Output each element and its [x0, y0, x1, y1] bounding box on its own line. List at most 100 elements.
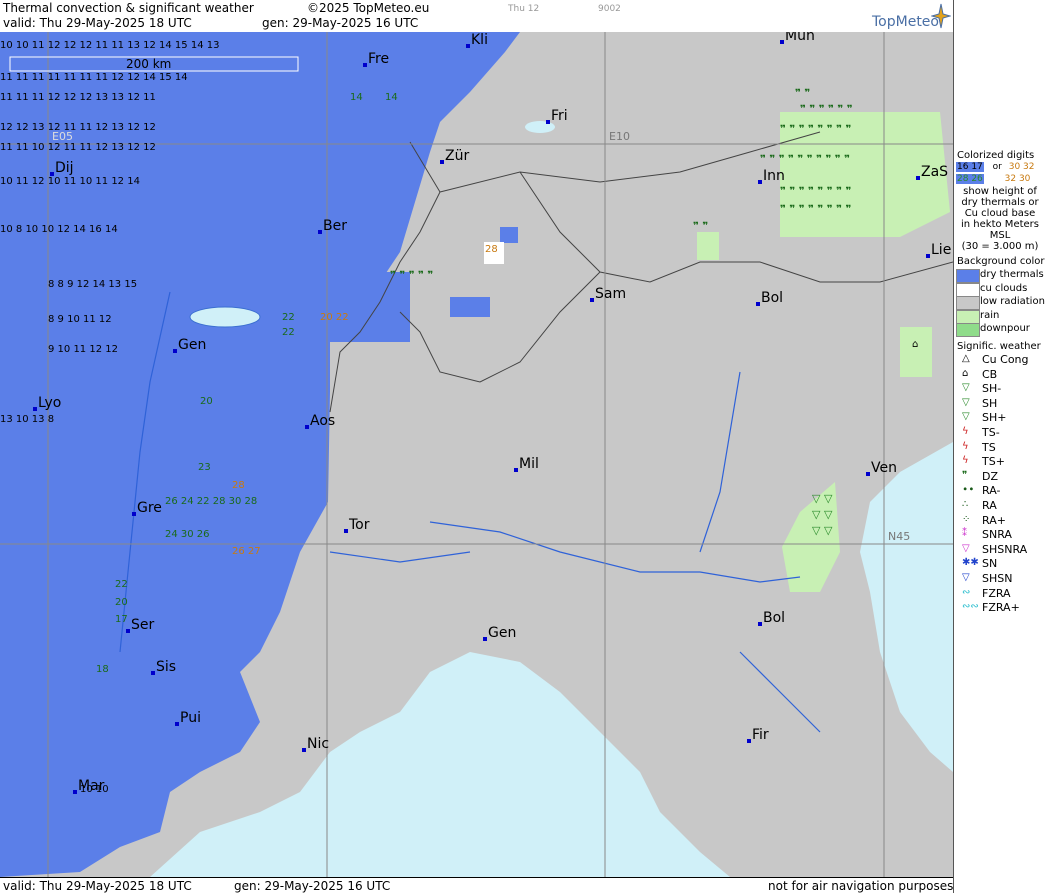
svg-text:10 10 11 12 12 12 11 11 13 12: 10 10 11 12 12 12 11 11 13 12 14 15 14 1… — [0, 40, 219, 51]
svg-text:❞ ❞ ❞ ❞ ❞ ❞: ❞ ❞ ❞ ❞ ❞ ❞ — [800, 104, 853, 115]
footer-valid: valid: Thu 29-May-2025 18 UTC — [3, 879, 192, 893]
city-marker — [756, 302, 760, 306]
svg-text:❞ ❞: ❞ ❞ — [693, 221, 708, 232]
svg-text:24 30 26: 24 30 26 — [165, 529, 210, 540]
svg-text:26 24 22 28 30 28: 26 24 22 28 30 28 — [165, 496, 257, 507]
rain-area-small — [900, 327, 932, 377]
city-marker — [758, 180, 762, 184]
showers-heavy-icon: ▽ — [962, 411, 970, 423]
city-marker — [514, 468, 518, 472]
legend-sig-label: SN — [982, 557, 998, 571]
svg-text:14: 14 — [350, 92, 363, 103]
map-title: Thermal convection & significant weather — [3, 1, 254, 15]
city-marker — [483, 637, 487, 641]
legend-swatch — [956, 269, 980, 283]
legend-sig-label: FZRA — [982, 586, 1011, 600]
city-label-sam: Sam — [595, 286, 626, 302]
city-marker — [126, 629, 130, 633]
city-marker — [916, 176, 920, 180]
grid-label-e10: E10 — [609, 130, 630, 143]
city-marker — [546, 120, 550, 124]
legend-sig-label: SH- — [982, 382, 1002, 396]
weather-map[interactable]: E05 E10 N45 200 km 10 10 11 12 12 12 11 … — [0, 32, 953, 877]
svg-text:▽ ▽: ▽ ▽ — [812, 524, 833, 537]
svg-text:20 22: 20 22 — [320, 312, 349, 323]
dry-thermals-patch-2 — [450, 297, 490, 317]
legend-sig-label: RA- — [982, 484, 1001, 498]
city-marker — [302, 748, 306, 752]
city-marker — [590, 298, 594, 302]
legend-sig-label: SHSN — [982, 572, 1013, 585]
city-label-mün: Mün — [785, 32, 815, 44]
legend-sig-label: Cu Cong — [982, 353, 1029, 366]
thunderstorm-icon: ϟ — [962, 440, 969, 452]
city-marker — [132, 512, 136, 516]
city-label-bol: Bol — [761, 290, 783, 306]
cu-cong-icon: △ — [962, 353, 970, 364]
svg-text:8 9 10 11 12: 8 9 10 11 12 — [48, 314, 112, 325]
city-label-lie: Lie — [931, 242, 951, 258]
sleet-icon: ⁑ — [962, 528, 967, 540]
legend-sig-label: TS — [982, 440, 996, 454]
city-marker — [151, 671, 155, 675]
city-marker — [780, 40, 784, 44]
city-marker — [175, 722, 179, 726]
rain-area-inn — [697, 232, 719, 260]
legend-sig-label: RA — [982, 499, 997, 512]
city-label-ser: Ser — [131, 617, 155, 633]
desc-line: MSL — [989, 230, 1011, 241]
sample-orange-digits: 30 32 — [1008, 162, 1035, 172]
city-label-pui: Pui — [180, 710, 201, 726]
showers-light-icon: ▽ — [962, 382, 970, 394]
snow-icon: ✱✱ — [962, 557, 979, 569]
showers-icon: ▽ — [962, 396, 970, 408]
svg-text:23: 23 — [198, 462, 211, 473]
city-label-fre: Fre — [368, 51, 389, 67]
svg-text:9 10 11 12 12: 9 10 11 12 12 — [48, 344, 118, 355]
desc-line: in hekto Meters — [961, 219, 1039, 230]
freezing-rain-icon: ∾ — [962, 586, 971, 598]
cb-symbol: ⌂ — [912, 339, 918, 350]
city-marker — [440, 160, 444, 164]
svg-text:22: 22 — [282, 312, 295, 323]
city-label-fri: Fri — [551, 108, 568, 124]
shower-symbols: ▽ ▽ ▽ ▽ ▽ ▽ — [812, 492, 833, 537]
legend-bg-label: dry thermals — [980, 269, 1044, 280]
svg-text:❞ ❞ ❞ ❞ ❞ ❞ ❞ ❞: ❞ ❞ ❞ ❞ ❞ ❞ ❞ ❞ — [780, 124, 851, 135]
legend-swatch — [956, 309, 980, 324]
city-marker — [466, 44, 470, 48]
city-label-fir: Fir — [752, 727, 769, 743]
desc-line: Cu cloud base — [964, 208, 1036, 219]
sample-green-digits: 28 26 — [956, 174, 984, 184]
drizzle-icon: ❞ — [962, 469, 968, 481]
city-label-tor: Tor — [348, 517, 370, 533]
legend-sample-b: 28 26 32 30 — [956, 174, 1030, 184]
svg-text:28: 28 — [485, 244, 498, 255]
city-label-mil: Mil — [519, 456, 539, 472]
svg-text:28: 28 — [232, 480, 245, 491]
city-marker — [33, 407, 37, 411]
city-marker — [747, 739, 751, 743]
city-label-zas: ZaS — [921, 164, 948, 180]
legend-swatch — [956, 323, 980, 337]
dry-thermals-patch — [300, 272, 410, 342]
sample-blue-digits: 16 17 — [956, 162, 984, 172]
svg-text:11 11 11 11 11 11 11 12 12 14: 11 11 11 11 11 11 11 12 12 14 15 14 — [0, 72, 188, 83]
topmeteo-logo: TopMeteo — [872, 14, 939, 30]
svg-text:❞ ❞ ❞ ❞ ❞ ❞ ❞ ❞: ❞ ❞ ❞ ❞ ❞ ❞ ❞ ❞ — [780, 204, 851, 215]
valid-time: valid: Thu 29-May-2025 18 UTC — [3, 16, 192, 30]
footer-gen: gen: 29-May-2025 16 UTC — [234, 879, 391, 893]
svg-text:12 12 13 12 11 11 12 13 12 12: 12 12 13 12 11 11 12 13 12 12 — [0, 122, 156, 133]
city-marker — [866, 472, 870, 476]
legend-sample-a: 16 17 or 30 32 — [956, 162, 1035, 172]
city-marker — [73, 790, 77, 794]
desc-line: dry thermals or — [961, 197, 1039, 208]
svg-text:❞ ❞ ❞ ❞ ❞ ❞ ❞ ❞: ❞ ❞ ❞ ❞ ❞ ❞ ❞ ❞ — [780, 186, 851, 197]
legend-colorized-title: Colorized digits — [957, 150, 1035, 161]
legend-sig-label: FZRA+ — [982, 601, 1020, 615]
legend-bg-label: cu clouds — [980, 282, 1028, 294]
svg-text:▽ ▽: ▽ ▽ — [812, 508, 833, 521]
svg-text:20: 20 — [115, 597, 128, 608]
city-marker — [758, 622, 762, 626]
city-marker — [344, 529, 348, 533]
